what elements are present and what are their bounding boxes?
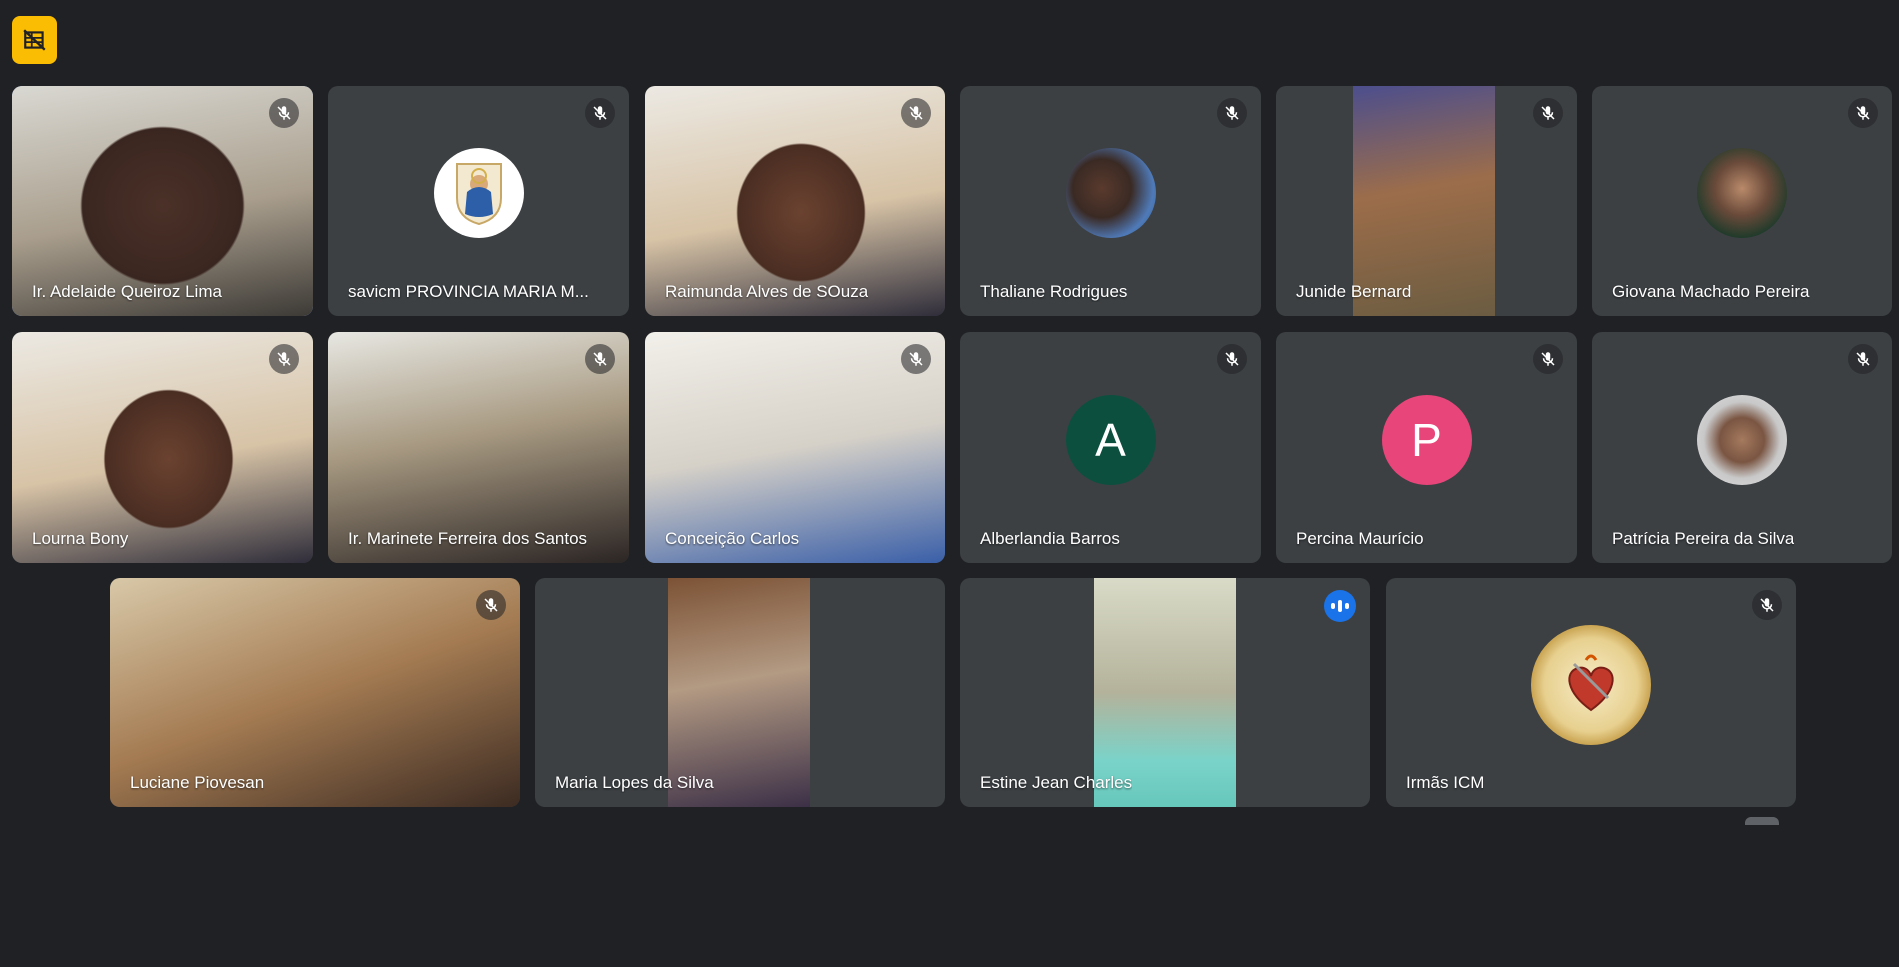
- participant-tile[interactable]: Junide Bernard: [1276, 86, 1577, 316]
- participant-name: Maria Lopes da Silva: [555, 773, 714, 792]
- participant-name: Ir. Adelaide Queiroz Lima: [32, 282, 222, 301]
- participant-tile[interactable]: A Alberlandia Barros: [960, 332, 1261, 563]
- participant-tile[interactable]: Thaliane Rodrigues: [960, 86, 1261, 316]
- participant-tile[interactable]: Patrícia Pereira da Silva: [1592, 332, 1892, 563]
- participant-name: Patrícia Pereira da Silva: [1612, 529, 1795, 548]
- participant-name: Estine Jean Charles: [980, 773, 1133, 792]
- participant-name: Lourna Bony: [32, 529, 129, 548]
- avatar: [1697, 148, 1787, 238]
- no-video-layout-icon: [22, 29, 46, 51]
- participant-tile[interactable]: Ir. Adelaide Queiroz Lima: [12, 86, 313, 316]
- participant-name: Ir. Marinete Ferreira dos Santos: [348, 529, 588, 548]
- participant-tile[interactable]: Irmãs ICM: [1386, 578, 1796, 807]
- mic-muted-icon: [1217, 344, 1247, 374]
- participant-tile[interactable]: Luciane Piovesan: [110, 578, 520, 807]
- participant-name: Alberlandia Barros: [980, 529, 1120, 548]
- participant-tile[interactable]: Raimunda Alves de SOuza: [645, 86, 945, 316]
- mic-muted-icon: [1752, 590, 1782, 620]
- participant-tile[interactable]: Conceição Carlos: [645, 332, 945, 563]
- mic-muted-icon: [901, 344, 931, 374]
- mic-muted-icon: [1848, 98, 1878, 128]
- participant-name: Irmãs ICM: [1406, 773, 1485, 792]
- mic-muted-icon: [585, 344, 615, 374]
- participant-name: Raimunda Alves de SOuza: [665, 282, 869, 301]
- participant-name: Conceição Carlos: [665, 529, 800, 548]
- participant-tile[interactable]: Giovana Machado Pereira: [1592, 86, 1892, 316]
- participant-tile[interactable]: Lourna Bony: [12, 332, 313, 563]
- avatar: [1697, 394, 1787, 485]
- avatar: [433, 148, 524, 238]
- mic-muted-icon: [901, 98, 931, 128]
- participant-name: Percina Maurício: [1296, 529, 1424, 548]
- mic-muted-icon: [269, 344, 299, 374]
- mic-muted-icon: [476, 590, 506, 620]
- participant-name: savicm PROVINCIA MARIA M...: [348, 282, 589, 301]
- mic-muted-icon: [1533, 344, 1563, 374]
- speaking-indicator-icon: [1324, 590, 1356, 622]
- avatar: [1065, 148, 1156, 238]
- mic-muted-icon: [269, 98, 299, 128]
- participant-name: Thaliane Rodrigues: [980, 282, 1128, 301]
- participant-tile[interactable]: Estine Jean Charles: [960, 578, 1370, 807]
- scroll-indicator[interactable]: [1745, 817, 1779, 825]
- participant-tile[interactable]: Ir. Marinete Ferreira dos Santos: [328, 332, 629, 563]
- avatar: P: [1381, 394, 1472, 485]
- mic-muted-icon: [1848, 344, 1878, 374]
- mic-muted-icon: [1533, 98, 1563, 128]
- avatar-letter: A: [1095, 413, 1126, 466]
- avatar: [1531, 624, 1651, 745]
- avatar: A: [1065, 394, 1156, 485]
- mic-muted-icon: [585, 98, 615, 128]
- avatar-letter: P: [1411, 413, 1442, 466]
- participant-tile[interactable]: P Percina Maurício: [1276, 332, 1577, 563]
- participant-name: Luciane Piovesan: [130, 773, 265, 792]
- participant-tile[interactable]: savicm PROVINCIA MARIA M...: [328, 86, 629, 316]
- participant-name: Junide Bernard: [1296, 282, 1412, 301]
- participant-name: Giovana Machado Pereira: [1612, 282, 1810, 301]
- mic-muted-icon: [1217, 98, 1247, 128]
- no-video-toggle-button[interactable]: [12, 16, 57, 64]
- participant-tile[interactable]: Maria Lopes da Silva: [535, 578, 945, 807]
